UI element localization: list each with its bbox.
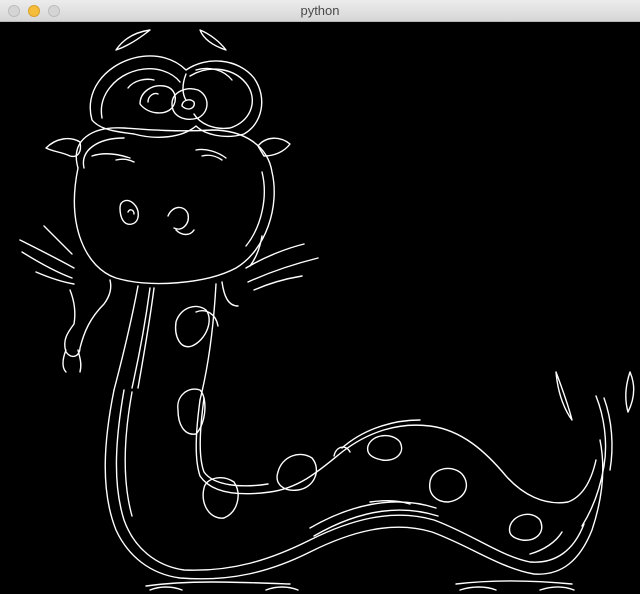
head-tuft-right: [199, 29, 227, 51]
spot: [276, 453, 317, 491]
spot: [508, 513, 543, 541]
image-canvas: [0, 22, 640, 594]
ear-right: [257, 137, 291, 157]
spot: [366, 435, 403, 461]
nostril-right: [167, 206, 189, 230]
body-outline-outer: [104, 389, 604, 580]
ground-line: [145, 581, 291, 587]
head-tuft-left: [115, 29, 151, 51]
tail-tip-right: [625, 371, 635, 413]
tail-tip-left: [555, 371, 573, 421]
edge-detection-image: [19, 29, 635, 591]
head-outline: [73, 127, 275, 285]
window-title: python: [300, 3, 340, 18]
whiskers-left: [19, 239, 75, 269]
front-leg: [64, 279, 112, 358]
spot: [429, 467, 467, 503]
eye-left: [139, 85, 176, 114]
app-window: python: [0, 0, 640, 594]
ear-left: [45, 137, 82, 158]
eye-right: [171, 88, 208, 120]
nostril-left: [119, 199, 139, 225]
spot: [195, 310, 219, 327]
body-outline-inner: [195, 399, 597, 504]
spot: [174, 305, 210, 348]
title-bar[interactable]: python: [0, 0, 640, 22]
